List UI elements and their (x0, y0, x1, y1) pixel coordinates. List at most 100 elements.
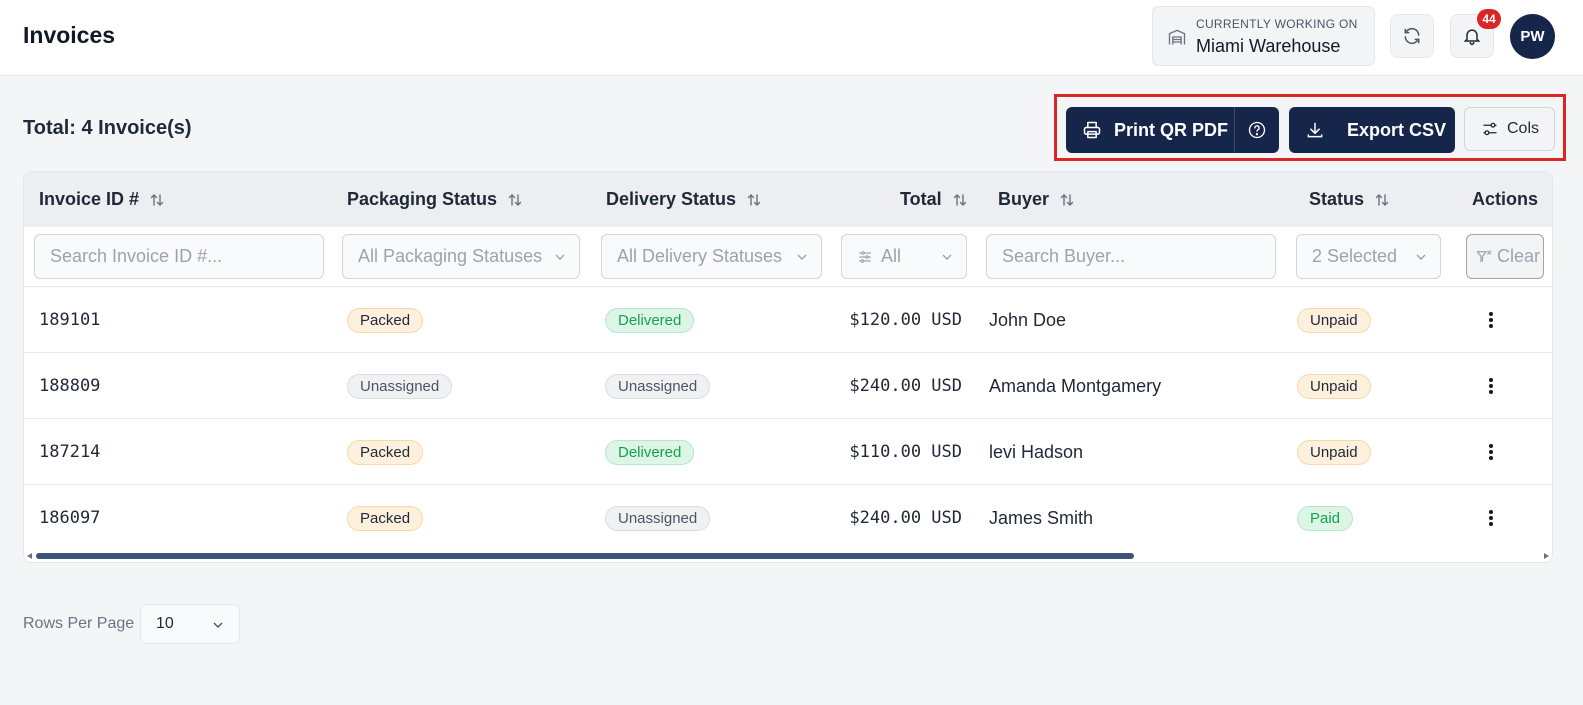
buyer-search-input[interactable]: Search Buyer... (986, 234, 1276, 279)
user-avatar[interactable]: PW (1510, 14, 1555, 59)
chevron-down-icon (942, 254, 952, 260)
packaging-status-cell: Unassigned (347, 353, 453, 419)
table-row[interactable]: 186097 Packed Unassigned $240.00 USD Jam… (24, 485, 1552, 551)
status-badge: Unassigned (605, 505, 711, 531)
row-actions-button[interactable] (1489, 353, 1493, 419)
row-actions-button[interactable] (1489, 287, 1493, 353)
packaging-status-cell: Packed (347, 419, 424, 485)
printer-icon (1083, 121, 1101, 139)
refresh-icon (1404, 27, 1420, 45)
table-row[interactable]: 189101 Packed Delivered $120.00 USD John… (24, 287, 1552, 353)
invoice-id-cell[interactable]: 186097 (39, 485, 100, 551)
total-cell: $120.00 USD (849, 310, 962, 330)
packaging-filter-value: All Packaging Statuses (358, 246, 543, 266)
top-header: Invoices CURRENTLY WORKING ON Miami Ware… (0, 0, 1583, 76)
row-actions-button[interactable] (1489, 419, 1493, 485)
total-cell: $240.00 USD (849, 376, 962, 396)
buyer-cell: Amanda Montgamery (989, 375, 1162, 396)
columns-label: Cols (1507, 120, 1540, 137)
page-title: Invoices (23, 22, 116, 48)
print-qr-pdf-button[interactable]: Print QR PDF (1066, 107, 1234, 153)
invoice-id-cell[interactable]: 189101 (39, 287, 100, 353)
status-badge: Packed (347, 505, 424, 531)
total-cell: $240.00 USD (849, 508, 962, 528)
column-header-label: Actions (1472, 189, 1539, 209)
table-row[interactable]: 187214 Packed Delivered $110.00 USD levi… (24, 419, 1552, 485)
sort-icon (1060, 193, 1074, 206)
column-header-buyer[interactable]: Buyer (998, 189, 1075, 210)
invoice-id-placeholder: Search Invoice ID #... (50, 246, 223, 266)
column-header-label: Delivery Status (606, 189, 737, 209)
horizontal-scrollbar[interactable] (24, 550, 1552, 562)
sliders-icon (1483, 122, 1497, 136)
total-cell: $110.00 USD (849, 442, 962, 462)
status-badge: Paid (1297, 505, 1354, 531)
refresh-button[interactable] (1390, 14, 1434, 58)
packaging-status-cell: Packed (347, 287, 424, 353)
clear-filters-label: Clear (1497, 246, 1541, 266)
column-header-status[interactable]: Status (1309, 189, 1390, 210)
sort-icon (150, 193, 164, 206)
kebab-icon (1489, 378, 1493, 394)
export-csv-label: Export CSV (1347, 119, 1447, 140)
buyer-cell: James Smith (989, 507, 1094, 528)
status-badge: Unpaid (1297, 439, 1371, 465)
invoice-id-cell[interactable]: 188809 (39, 353, 100, 419)
workspace-switcher[interactable]: CURRENTLY WORKING ON Miami Warehouse (1152, 6, 1375, 66)
status-badge: Delivered (605, 439, 695, 465)
filter-x-icon (1476, 249, 1492, 262)
columns-button[interactable]: Cols (1464, 107, 1555, 151)
delivery-status-cell: Unassigned (605, 485, 711, 551)
buyer-placeholder: Search Buyer... (1002, 246, 1126, 266)
column-header-delivery-status[interactable]: Delivery Status (606, 189, 762, 210)
bell-icon (1463, 29, 1481, 46)
column-header-label: Status (1309, 189, 1365, 209)
row-actions-button[interactable] (1489, 485, 1493, 551)
status-filter-value: 2 Selected (1312, 246, 1398, 266)
scroll-right-arrow[interactable] (1544, 553, 1549, 559)
invoice-id-search-input[interactable]: Search Invoice ID #... (34, 234, 324, 279)
total-filter[interactable]: All (841, 234, 967, 279)
payment-status-cell: Unpaid (1297, 419, 1371, 485)
buyer-cell: John Doe (989, 309, 1067, 330)
notification-badge: 44 (1477, 9, 1501, 29)
scrollbar-thumb[interactable] (36, 553, 1134, 559)
table-row[interactable]: 188809 Unassigned Unassigned $240.00 USD… (24, 353, 1552, 419)
clear-filters-button[interactable]: Clear (1466, 234, 1544, 279)
status-badge: Packed (347, 439, 424, 465)
export-csv-button[interactable]: Export CSV (1289, 107, 1455, 153)
kebab-icon (1489, 510, 1493, 526)
column-header-invoice-id[interactable]: Invoice ID # (39, 189, 165, 210)
chevron-down-icon (797, 254, 807, 260)
status-badge: Unassigned (347, 373, 453, 399)
packaging-status-filter[interactable]: All Packaging Statuses (342, 234, 580, 279)
status-filter[interactable]: 2 Selected (1296, 234, 1441, 279)
packaging-status-cell: Packed (347, 485, 424, 551)
kebab-icon (1489, 312, 1493, 328)
delivery-status-filter[interactable]: All Delivery Statuses (601, 234, 822, 279)
total-filter-value: All (881, 246, 902, 266)
chevron-down-icon (555, 254, 565, 260)
sort-icon (747, 193, 761, 206)
column-header-total[interactable]: Total (900, 189, 968, 210)
table-header: Invoice ID # Packaging Status Delivery S… (24, 172, 1552, 227)
workspace-name: Miami Warehouse (1196, 36, 1341, 56)
print-qr-pdf-label: Print QR PDF (1114, 119, 1229, 140)
sliders-icon (859, 250, 871, 263)
invoices-table: Invoice ID # Packaging Status Delivery S… (23, 171, 1553, 563)
rows-per-page-select[interactable]: 10 (140, 604, 240, 644)
warehouse-icon (1168, 29, 1186, 45)
help-icon (1248, 121, 1266, 139)
buyer-cell: levi Hadson (989, 441, 1084, 462)
status-badge: Packed (347, 307, 424, 333)
print-help-button[interactable] (1234, 107, 1279, 153)
column-header-actions: Actions (1472, 189, 1538, 210)
delivery-status-cell: Unassigned (605, 353, 711, 419)
column-header-label: Total (900, 189, 942, 209)
invoice-id-cell[interactable]: 187214 (39, 419, 100, 485)
column-header-packaging-status[interactable]: Packaging Status (347, 189, 523, 210)
delivery-status-cell: Delivered (605, 419, 695, 485)
rows-per-page-label: Rows Per Page (23, 615, 135, 632)
chevron-down-icon (213, 622, 223, 628)
scroll-left-arrow[interactable] (27, 553, 32, 559)
